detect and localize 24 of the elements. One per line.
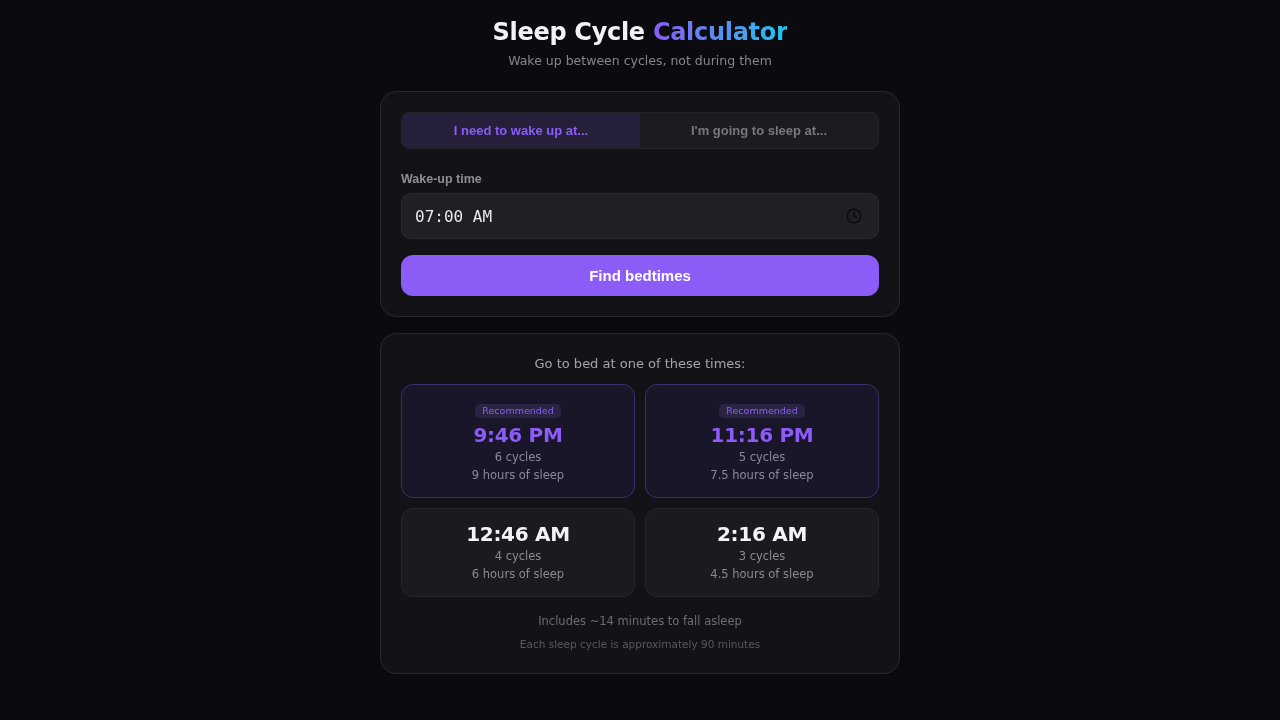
page-title: Sleep Cycle Calculator bbox=[492, 17, 788, 47]
mode-tab[interactable]: I'm going to sleep at... bbox=[640, 113, 878, 148]
cycle-count: 4 cycles bbox=[494, 548, 542, 565]
bedtime-time: 11:16 PM bbox=[710, 422, 814, 448]
field-label: Wake-up time bbox=[401, 171, 482, 187]
find-bedtimes-button[interactable]: Find bedtimes bbox=[401, 255, 879, 296]
footnote: Includes ~14 minutes to fall asleep bbox=[538, 613, 742, 630]
bedtime-time: 12:46 AM bbox=[466, 521, 570, 547]
sleep-duration: 6 hours of sleep bbox=[471, 566, 565, 583]
footnote: Each sleep cycle is approximately 90 minutes bbox=[519, 637, 761, 652]
cycle-count: 6 cycles bbox=[494, 449, 542, 466]
mode-tab[interactable]: I need to wake up at... bbox=[402, 113, 640, 148]
sleep-duration: 7.5 hours of sleep bbox=[710, 467, 814, 484]
recommended-badge: Recommended bbox=[475, 404, 561, 418]
results-heading: Go to bed at one of these times: bbox=[534, 355, 746, 373]
cycle-count: 5 cycles bbox=[738, 449, 786, 466]
bedtime-time: 9:46 PM bbox=[473, 422, 563, 448]
recommended-badge: Recommended bbox=[719, 404, 805, 418]
bedtime-time: 2:16 AM bbox=[717, 521, 807, 547]
sleep-duration: 9 hours of sleep bbox=[471, 467, 565, 484]
sleep-duration: 4.5 hours of sleep bbox=[710, 566, 814, 583]
cycle-count: 3 cycles bbox=[738, 548, 786, 565]
page-subtitle: Wake up between cycles, not during them bbox=[508, 53, 772, 69]
time-input[interactable]: 07:00 AM bbox=[401, 193, 879, 239]
